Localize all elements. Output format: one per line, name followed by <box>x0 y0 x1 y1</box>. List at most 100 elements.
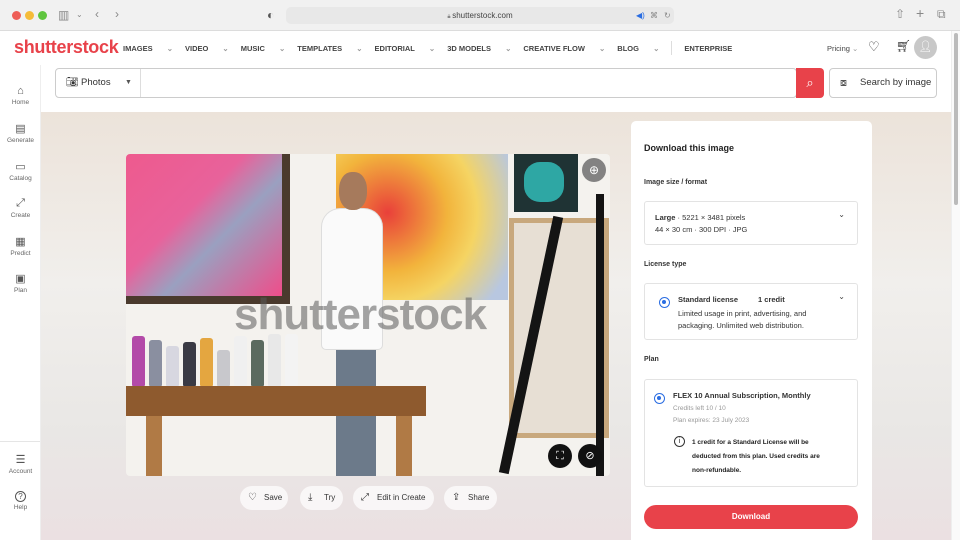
menu-3d-models[interactable]: 3D MODELS ⌄ <box>447 44 511 55</box>
image-search-icon: ⧇ <box>840 77 847 89</box>
license-select[interactable]: Standard license 1 credit Limited usage i… <box>644 283 858 340</box>
page-scrollbar[interactable] <box>951 31 960 540</box>
menu-images[interactable]: IMAGES ⌄ <box>123 44 173 55</box>
address-bar[interactable]: 🔒︎ shutterstock.com <box>286 7 674 24</box>
forward-icon[interactable]: › <box>115 8 119 20</box>
sidebar-item-catalog[interactable]: ▭ Catalog <box>0 160 41 182</box>
pricing-menu[interactable]: Pricing ⌄ <box>827 44 858 53</box>
easel-leg <box>596 194 604 476</box>
menu-templates[interactable]: TEMPLATES ⌄ <box>297 44 362 55</box>
media-type-select[interactable]: 📷︎ Photos ▼ <box>56 69 141 97</box>
sidebar-item-plan[interactable]: ▣ Plan <box>0 272 41 294</box>
edit-in-create-button[interactable]: ⤢ Edit in Create <box>353 486 434 510</box>
share-icon: ⇪ <box>452 492 461 503</box>
search-icon: ⌕ <box>806 75 814 90</box>
home-icon: ⌂ <box>17 85 24 97</box>
sidebar-item-predict[interactable]: ▦ Predict <box>0 235 41 257</box>
favorites-heart-icon[interactable]: ♡ <box>868 39 880 55</box>
table-leg <box>396 416 412 476</box>
audio-icon[interactable]: ◀) <box>636 10 645 22</box>
watermark: shutterstock <box>234 290 487 339</box>
menu-enterprise[interactable]: ENTERPRISE <box>684 44 732 55</box>
size-detail: 44 × 30 cm · 300 DPI · JPG <box>655 225 748 234</box>
easel-canvas <box>509 218 609 438</box>
cart-icon[interactable]: 🛒︎ <box>896 39 911 53</box>
sidebar-item-generate[interactable]: ▤ Generate <box>0 122 41 144</box>
user-icon: 👤︎ <box>918 41 933 53</box>
size-label: Image size / format <box>644 179 708 186</box>
shutterstock-logo[interactable]: shutterstock <box>14 37 119 58</box>
sidebar-divider <box>0 441 40 442</box>
preview-image[interactable]: shutterstock <box>126 154 610 476</box>
ai-edit-button[interactable]: ⊘ <box>578 444 602 468</box>
menu-blog[interactable]: BLOG ⌄ <box>617 44 659 55</box>
minimize-window-button[interactable] <box>25 11 34 20</box>
search-button[interactable]: ⌕ <box>796 68 824 98</box>
plan-icon: ▣ <box>15 273 26 285</box>
menu-creative-flow[interactable]: CREATIVE FLOW ⌄ <box>523 44 605 55</box>
size-pixels: · 5221 × 3481 pixels <box>675 213 746 222</box>
plan-card[interactable]: FLEX 10 Annual Subscription, Monthly Cre… <box>644 379 858 487</box>
chevron-down-icon: ⌄ <box>222 44 229 53</box>
menu-video[interactable]: VIDEO ⌄ <box>185 44 229 55</box>
download-button[interactable]: Download <box>644 505 858 529</box>
main-menu: IMAGES ⌄ VIDEO ⌄ MUSIC ⌄ TEMPLATES ⌄ EDI… <box>123 41 744 55</box>
sidebar-toggle-icon[interactable]: ▥ <box>58 9 69 21</box>
license-description: Limited usage in print, advertising, and… <box>678 309 807 330</box>
edit-icon: ⤢ <box>361 492 369 503</box>
sidebar-item-account[interactable]: ☰ Account <box>0 453 41 475</box>
share-icon[interactable]: ⇧ <box>895 8 905 20</box>
size-name: Large <box>655 213 676 222</box>
translate-icon[interactable]: ⌘ <box>650 10 658 22</box>
url-text: shutterstock.com <box>452 11 513 20</box>
menu-music[interactable]: MUSIC ⌄ <box>241 44 286 55</box>
chevron-down-icon: ⌄ <box>653 44 660 53</box>
search-box: 📷︎ Photos ▼ <box>55 68 797 98</box>
browser-toolbar: ▥ ⌄ ‹ › ◐ 🔒︎ shutterstock.com ◀) ⌘ ↻ ⇧ +… <box>0 0 960 31</box>
new-tab-icon[interactable]: + <box>916 6 924 20</box>
sidebar-item-home[interactable]: ⌂ Home <box>0 85 41 106</box>
license-name: Standard license <box>678 295 739 304</box>
sidebar-item-help[interactable]: ? Help <box>0 491 41 511</box>
caret-down-icon: ▼ <box>125 79 132 86</box>
download-panel: Download this image Image size / format … <box>631 121 872 540</box>
tabs-overview-icon[interactable]: ⧉ <box>937 8 946 20</box>
sidebar-item-create[interactable]: ⤢ Create <box>0 197 41 219</box>
search-by-image-button[interactable]: ⧇ Search by image <box>829 68 937 98</box>
panel-title: Download this image <box>644 143 735 153</box>
visual-search-button[interactable]: ⛶ <box>548 444 572 468</box>
chevron-down-icon: ⌄ <box>428 44 436 53</box>
chevron-down-icon: ⌄ <box>356 44 363 53</box>
reload-icon[interactable]: ↻ <box>664 10 671 22</box>
zoom-in-button[interactable]: ⊕ <box>582 158 606 182</box>
chevron-down-icon[interactable]: ⌄ <box>76 9 83 21</box>
try-button[interactable]: ⤓ Try <box>300 486 343 510</box>
privacy-shield-icon[interactable]: ◐ <box>267 9 274 21</box>
share-button[interactable]: ⇪ Share <box>444 486 497 510</box>
help-icon: ? <box>15 491 26 502</box>
camera-icon: 📷︎ <box>66 77 79 88</box>
zoom-in-icon: ⊕ <box>588 163 600 177</box>
chevron-down-icon: ⌄ <box>505 44 512 53</box>
plan-radio[interactable] <box>654 393 665 404</box>
plan-expires: Plan expires: 23 July 2023 <box>673 417 750 424</box>
license-radio[interactable] <box>659 297 670 308</box>
back-icon[interactable]: ‹ <box>95 8 99 20</box>
chevron-down-icon: ⌄ <box>599 44 606 53</box>
crop-search-icon: ⛶ <box>556 450 564 462</box>
scrollbar-thumb[interactable] <box>954 33 958 205</box>
zoom-window-button[interactable] <box>38 11 47 20</box>
license-credits: 1 credit <box>758 295 785 304</box>
search-input[interactable] <box>144 71 784 95</box>
table-top <box>126 386 426 416</box>
chevron-down-icon: ⌄ <box>838 210 845 219</box>
heart-icon: ♡ <box>248 492 257 503</box>
size-select[interactable]: Large · 5221 × 3481 pixels 44 × 30 cm · … <box>644 201 858 245</box>
predict-icon: ▦ <box>15 236 26 248</box>
plan-name: FLEX 10 Annual Subscription, Monthly <box>673 391 811 400</box>
save-button[interactable]: ♡ Save <box>240 486 288 510</box>
user-avatar[interactable]: 👤︎ <box>914 36 937 59</box>
menu-editorial[interactable]: EDITORIAL ⌄ <box>375 44 436 55</box>
chevron-down-icon: ⌄ <box>852 44 859 53</box>
close-window-button[interactable] <box>12 11 21 20</box>
